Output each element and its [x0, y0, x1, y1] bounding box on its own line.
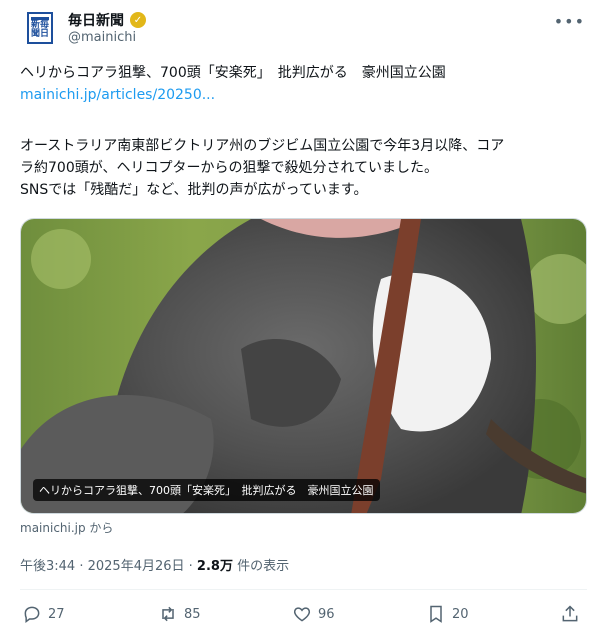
- card-caption: ヘリからコアラ狙撃、700頭「安楽死」 批判広がる 豪州国立公園: [33, 479, 380, 501]
- link-card-image[interactable]: ヘリからコアラ狙撃、700頭「安楽死」 批判広がる 豪州国立公園: [20, 218, 587, 514]
- meta-separator: ·: [79, 559, 88, 574]
- like-button[interactable]: 96: [292, 604, 335, 624]
- like-count: 96: [318, 606, 335, 622]
- repost-count: 85: [184, 606, 201, 622]
- article-link[interactable]: mainichi.jp/articles/20250...: [20, 84, 590, 106]
- avatar[interactable]: 新毎 聞日: [22, 10, 58, 46]
- reply-button[interactable]: 27: [22, 604, 65, 624]
- heart-icon: [293, 607, 311, 622]
- body-line: オーストラリア南東部ビクトリア州のブジビム国立公園で今年3月以降、コア: [20, 138, 505, 154]
- repost-icon: [162, 606, 174, 622]
- view-count: 2.8万: [196, 559, 233, 574]
- tweet-time[interactable]: 午後3:44: [20, 559, 75, 574]
- bookmark-count: 20: [452, 606, 469, 622]
- more-options-icon[interactable]: •••: [554, 12, 585, 31]
- display-name[interactable]: 毎日新聞: [68, 10, 124, 30]
- card-source[interactable]: mainichi.jp から: [20, 519, 113, 536]
- tweet-meta: 午後3:44 · 2025年4月26日 · 2.8万 件の表示: [20, 555, 289, 574]
- tweet-date[interactable]: 2025年4月26日: [88, 559, 185, 574]
- mainichi-logo-icon: 新毎 聞日: [27, 12, 53, 44]
- body-line: ラ約700頭が、ヘリコプターからの狙撃で殺処分されていました。: [20, 160, 439, 176]
- bookmark-icon: [430, 605, 442, 623]
- divider: [20, 589, 587, 590]
- tweet-header: 新毎 聞日 毎日新聞 ✓ @mainichi •••: [20, 8, 591, 48]
- bookmark-button[interactable]: 20: [426, 604, 469, 624]
- views-label: 件の表示: [237, 559, 290, 574]
- tweet-body: オーストラリア南東部ビクトリア州のブジビム国立公園で今年3月以降、コア ラ約70…: [20, 135, 590, 201]
- meta-separator: ·: [188, 559, 197, 574]
- share-button[interactable]: [560, 604, 580, 624]
- user-handle[interactable]: @mainichi: [68, 30, 136, 45]
- body-line: SNSでは「残酷だ」など、批判の声が広がっています。: [20, 182, 368, 198]
- tweet-headline: ヘリからコアラ狙撃、700頭「安楽死」 批判広がる 豪州国立公園: [20, 65, 446, 81]
- reply-icon: [24, 606, 40, 623]
- verified-badge-icon: ✓: [130, 12, 146, 28]
- action-bar: 27 85 96 20: [20, 600, 587, 628]
- tweet-text: ヘリからコアラ狙撃、700頭「安楽死」 批判広がる 豪州国立公園 mainich…: [20, 62, 590, 106]
- koala-photo: [21, 219, 586, 513]
- repost-button[interactable]: 85: [158, 604, 201, 624]
- share-icon: [562, 605, 578, 622]
- reply-count: 27: [48, 606, 65, 622]
